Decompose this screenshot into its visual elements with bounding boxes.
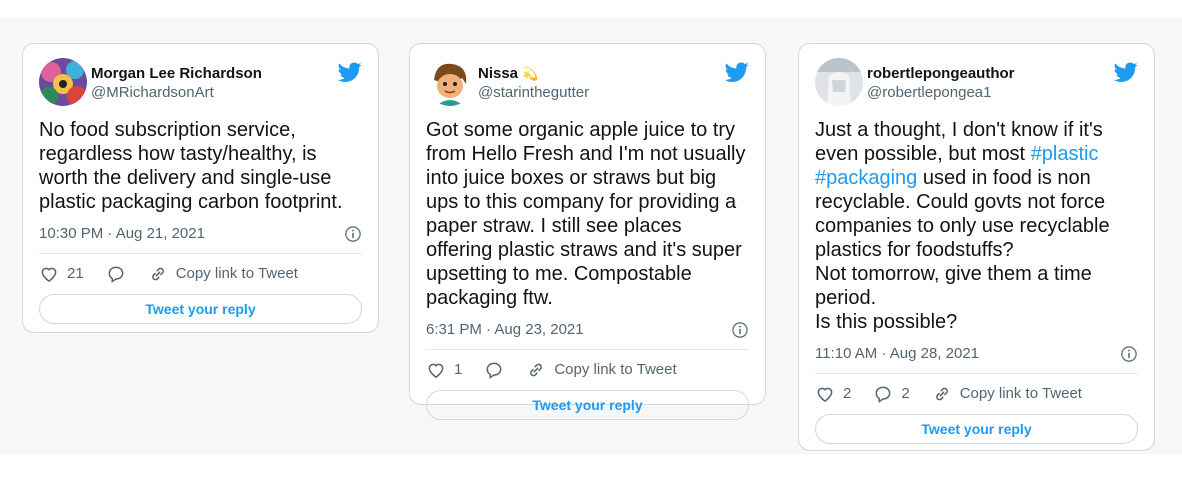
tweet-meta: 6:31 PM · Aug 23, 2021	[426, 320, 749, 350]
tweet-header: robertlepongeauthor @robertlepongea1	[815, 58, 1138, 108]
avatar[interactable]	[426, 58, 474, 106]
author-name[interactable]: Morgan Lee Richardson	[91, 64, 262, 83]
tweet-text: Just a thought, I don't know if it's eve…	[815, 118, 1138, 334]
reply-bubble-icon	[484, 360, 504, 380]
tweet-text: Got some organic apple juice to try from…	[426, 119, 752, 309]
heart-icon	[39, 264, 59, 284]
avatar[interactable]	[815, 58, 863, 106]
copy-link-label: Copy link to Tweet	[175, 265, 298, 282]
hashtag-link[interactable]: #packaging	[815, 167, 917, 189]
tweet-your-reply-button[interactable]: Tweet your reply	[426, 390, 749, 420]
author-name-text: robertlepongeauthor	[867, 65, 1015, 82]
tweet-your-reply-button[interactable]: Tweet your reply	[815, 414, 1138, 444]
tweet-your-reply-button[interactable]: Tweet your reply	[39, 294, 362, 324]
author-handle[interactable]: @robertlepongea1	[867, 83, 1015, 102]
tweet-card[interactable]: Morgan Lee Richardson @MRichardsonArt No…	[22, 43, 379, 333]
tweet-text-part: used in food is non recyclable. Could go…	[815, 167, 1110, 333]
tweet-header: Morgan Lee Richardson @MRichardsonArt	[39, 58, 362, 108]
tweet-actions: 2 2 Copy link to Tweet	[815, 384, 1138, 404]
copy-link-label: Copy link to Tweet	[959, 385, 1082, 402]
reply-icon-button[interactable]	[484, 360, 504, 380]
tweet-actions: 21 Copy link to Tweet	[39, 264, 362, 284]
author-names: robertlepongeauthor @robertlepongea1	[867, 64, 1015, 102]
tweet-actions: 1 Copy link to Tweet	[426, 360, 749, 380]
info-icon[interactable]	[1120, 345, 1138, 363]
tweet-text: No food subscription service, regardless…	[39, 119, 343, 213]
like-count: 1	[454, 361, 463, 378]
tweet-card[interactable]: Nissa 💫 @starinthegutter Got some organi…	[409, 43, 766, 420]
author-handle[interactable]: @starinthegutter	[478, 83, 589, 102]
tweet-card[interactable]: robertlepongeauthor @robertlepongea1 Jus…	[798, 43, 1155, 451]
like-button[interactable]: 1	[426, 360, 462, 380]
copy-link-button[interactable]: Copy link to Tweet	[526, 360, 677, 380]
avatar[interactable]	[39, 58, 87, 106]
link-icon	[148, 264, 168, 284]
author-name[interactable]: Nissa 💫	[478, 64, 589, 83]
tweets-strip: Morgan Lee Richardson @MRichardsonArt No…	[0, 18, 1182, 454]
link-icon	[526, 360, 546, 380]
reply-bubble-icon	[873, 384, 893, 404]
reply-bubble-icon	[106, 264, 126, 284]
copy-link-label: Copy link to Tweet	[554, 361, 677, 378]
heart-icon	[815, 384, 835, 404]
link-icon	[932, 384, 952, 404]
tweet-header: Nissa 💫 @starinthegutter	[426, 58, 749, 108]
tweet-meta: 11:10 AM · Aug 28, 2021	[815, 344, 1138, 374]
like-count: 21	[67, 265, 84, 282]
like-count: 2	[843, 385, 852, 402]
reply-icon-button[interactable]	[106, 264, 126, 284]
info-icon[interactable]	[731, 321, 749, 339]
author-name-text: Morgan Lee Richardson	[91, 65, 262, 82]
like-button[interactable]: 21	[39, 264, 84, 284]
author-handle[interactable]: @MRichardsonArt	[91, 83, 262, 102]
hashtag-link[interactable]: #plastic	[1031, 143, 1099, 165]
twitter-bird-icon[interactable]	[1114, 60, 1138, 84]
timestamp[interactable]: 10:30 PM · Aug 21, 2021	[39, 225, 205, 242]
reply-icon-button[interactable]: 2	[873, 384, 910, 404]
like-button[interactable]: 2	[815, 384, 851, 404]
twitter-bird-icon[interactable]	[338, 60, 362, 84]
twitter-bird-icon[interactable]	[725, 60, 749, 84]
heart-icon	[426, 360, 446, 380]
reply-count: 2	[901, 385, 910, 402]
timestamp[interactable]: 11:10 AM · Aug 28, 2021	[815, 345, 979, 362]
tweet-text-part	[1099, 143, 1105, 165]
dizzy-star-emoji: 💫	[522, 66, 539, 81]
tweet-meta: 10:30 PM · Aug 21, 2021	[39, 224, 362, 254]
author-names: Morgan Lee Richardson @MRichardsonArt	[91, 64, 262, 102]
author-name-text: Nissa	[478, 65, 519, 82]
author-name[interactable]: robertlepongeauthor	[867, 64, 1015, 83]
timestamp[interactable]: 6:31 PM · Aug 23, 2021	[426, 321, 584, 338]
copy-link-button[interactable]: Copy link to Tweet	[148, 264, 298, 284]
info-icon[interactable]	[344, 225, 362, 243]
copy-link-button[interactable]: Copy link to Tweet	[932, 384, 1082, 404]
author-names: Nissa 💫 @starinthegutter	[478, 64, 589, 102]
